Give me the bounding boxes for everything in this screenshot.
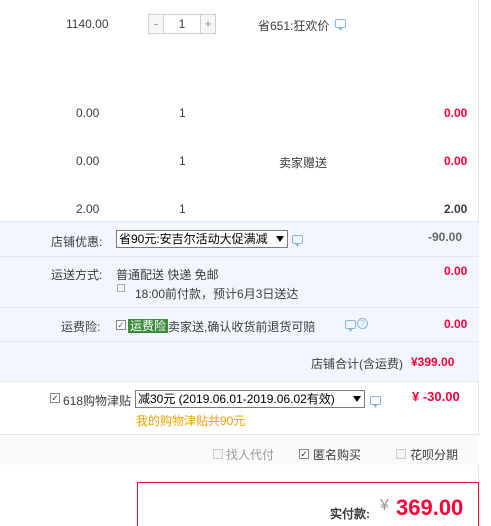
insurance-label: 运费险: [61,320,101,334]
item-subtotal: 0.00 [444,106,468,120]
shop-total-amount: ¥399.00 [411,355,455,369]
chevron-down-icon [353,396,361,402]
item-price: 0.00 [76,154,100,168]
shipping-note: 18:00前付款，预计6月3日送达 [135,287,299,301]
message-icon[interactable] [345,320,356,332]
divider [0,221,479,222]
coupon-select[interactable]: 减30元 (2019.06.01-2019.06.02有效) [135,390,365,408]
item-price: 2.00 [76,202,100,216]
message-icon[interactable] [370,396,381,408]
increase-button[interactable]: + [200,14,216,34]
coupon-amount: ¥ -30.00 [412,389,460,404]
divider [0,341,479,342]
quantity-stepper[interactable]: - + [148,14,216,34]
divider [0,307,479,308]
anonymous-checkbox[interactable]: ✓ [299,449,309,459]
item-qty: 1 [179,106,186,120]
decrease-button[interactable]: - [148,14,164,34]
proxy-pay-label: 找人代付 [226,448,275,462]
item-subtotal: 2.00 [444,202,468,216]
shop-discount-amount: -90.00 [428,230,463,244]
promo-text: 省651:狂欢价 [258,19,330,33]
quantity-input[interactable] [164,14,200,34]
item-subtotal: 0.00 [444,154,468,168]
shop-discount-select[interactable]: 省90元:安吉尔活动大促满减 [116,230,288,248]
item-qty: 1 [179,202,186,216]
divider [0,381,479,382]
message-icon[interactable] [335,19,346,31]
coupon-value: 减30元 (2019.06.01-2019.06.02有效) [138,392,335,406]
clock-icon [117,284,125,292]
watermark-logo [350,446,478,526]
divider [0,256,479,257]
chevron-down-icon [276,236,284,242]
gift-label: 卖家赠送 [279,156,328,170]
insurance-amount: 0.00 [444,317,468,331]
coupon-label: 618购物津贴 [63,394,132,408]
shop-total-label: 店铺合计(含运费) [311,357,403,371]
coupon-checkbox[interactable]: ✓ [50,393,60,403]
item-price: 1140.00 [66,17,109,31]
shipping-method: 普通配送 快递 免邮 [116,268,219,282]
help-icon[interactable]: ? [357,318,368,329]
item-qty: 1 [179,154,186,168]
insurance-desc: 卖家送,确认收货前退货可赔 [168,320,316,334]
shop-discount-value: 省90元:安吉尔活动大促满减 [119,232,268,246]
shop-discount-label: 店铺优惠: [51,235,103,249]
shipping-amount: 0.00 [444,264,468,278]
coupon-note: 我的购物津贴共90元 [136,414,246,428]
message-icon[interactable] [292,235,303,247]
insurance-tag: 运费险 [128,319,169,333]
item-price: 0.00 [76,106,100,120]
proxy-pay-checkbox[interactable] [213,449,223,459]
insurance-checkbox[interactable]: ✓ [116,320,126,330]
shipping-label: 运送方式: [51,268,103,282]
